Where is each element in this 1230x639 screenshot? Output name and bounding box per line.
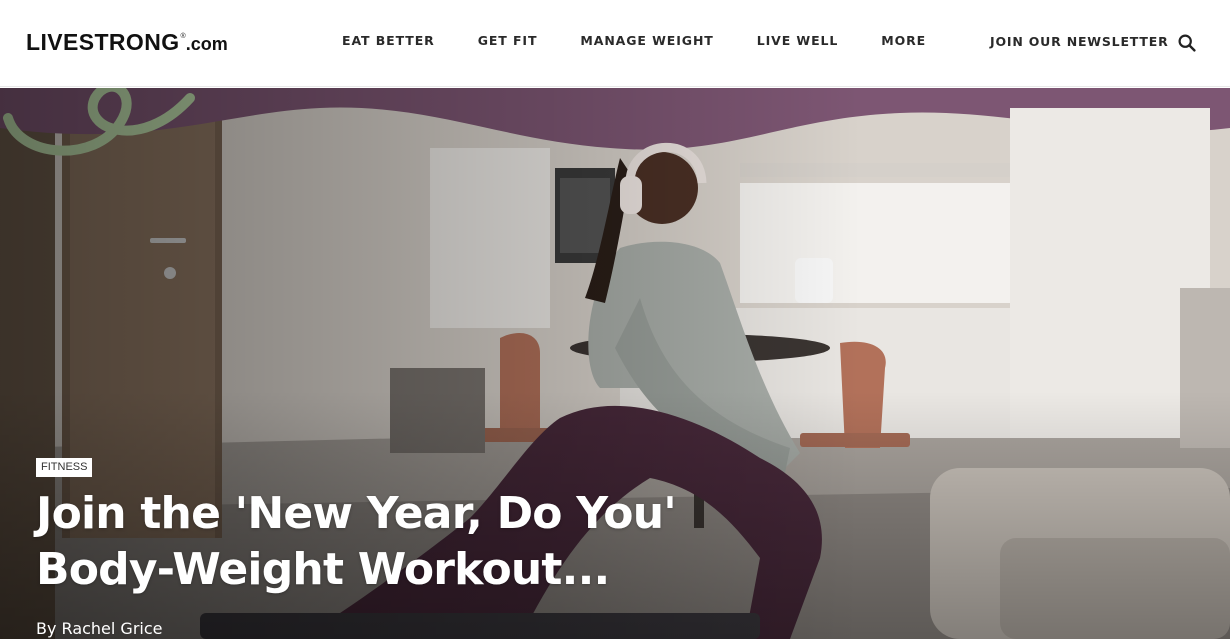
nav-item-eat-better[interactable]: EAT BETTER [342,33,435,48]
nav-item-manage-weight[interactable]: MANAGE WEIGHT [580,33,713,48]
search-button[interactable] [1175,31,1199,55]
logo-wordmark: LIVESTRONG [26,29,180,55]
newsletter-link[interactable]: JOIN OUR NEWSLETTER [990,34,1169,49]
byline-author[interactable]: Rachel Grice [62,619,163,638]
nav-item-live-well[interactable]: LIVE WELL [757,33,839,48]
byline-prefix: By [36,619,57,638]
logo-suffix: .com [185,34,228,54]
hero-title[interactable]: Join the 'New Year, Do You' Body-Weight … [36,486,677,598]
category-badge[interactable]: FITNESS [36,458,93,477]
site-logo[interactable]: LIVESTRONG ® .com [26,29,228,56]
logo-registered-mark: ® [180,33,186,40]
nav-item-more[interactable]: MORE [881,33,926,48]
site-header: LIVESTRONG ® .com EAT BETTER GET FIT MAN… [0,0,1230,87]
hero-article[interactable]: FITNESS Join the 'New Year, Do You' Body… [0,88,1230,639]
nav-item-get-fit[interactable]: GET FIT [478,33,538,48]
main-nav: EAT BETTER GET FIT MANAGE WEIGHT LIVE WE… [320,33,926,48]
search-icon [1178,34,1196,52]
byline: By Rachel Grice [36,619,163,638]
